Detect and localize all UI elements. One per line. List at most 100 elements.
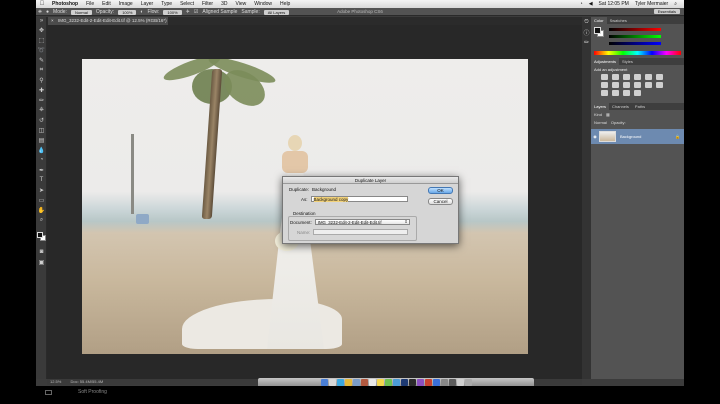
color-lookup-icon[interactable] <box>645 82 652 88</box>
screen-mode-icon[interactable]: ▣ <box>36 257 47 267</box>
eraser-tool-icon[interactable]: ◫ <box>36 125 47 135</box>
messages-icon[interactable] <box>384 379 392 386</box>
as-field[interactable]: Background copy <box>310 196 408 202</box>
tab-color[interactable]: Color <box>591 17 607 24</box>
brush-size-icon[interactable]: ● <box>46 9 49 15</box>
color-spectrum[interactable] <box>594 51 681 55</box>
vibrance-icon[interactable] <box>645 74 652 80</box>
menu-app[interactable]: Photoshop <box>48 1 82 7</box>
quick-mask-icon[interactable]: ◙ <box>36 247 47 257</box>
menu-window[interactable]: Window <box>250 1 276 7</box>
brush-panel-icon[interactable]: ✏ <box>582 37 591 47</box>
layer-name[interactable]: Background <box>620 134 641 139</box>
menu-view[interactable]: View <box>232 1 251 7</box>
move-tool-icon[interactable]: ✥ <box>36 25 47 35</box>
gradient-tool-icon[interactable]: ▤ <box>36 135 47 145</box>
layer-row-background[interactable]: ◉ Background 🔒 <box>591 129 684 144</box>
launchpad-icon[interactable] <box>328 379 336 386</box>
acrobat-icon[interactable] <box>424 379 432 386</box>
tab-channels[interactable]: Channels <box>609 104 632 109</box>
lightroom-icon[interactable] <box>408 379 416 386</box>
eyedropper-tool-icon[interactable]: ⚲ <box>36 75 47 85</box>
shape-tool-icon[interactable]: ▭ <box>36 195 47 205</box>
system-prefs-icon[interactable] <box>440 379 448 386</box>
channel-mixer-icon[interactable] <box>634 82 641 88</box>
chrome-icon[interactable] <box>344 379 352 386</box>
premiere-icon[interactable] <box>416 379 424 386</box>
healing-tool-icon[interactable]: ✚ <box>36 85 47 95</box>
menu-edit[interactable]: Edit <box>98 1 115 7</box>
menu-type[interactable]: Type <box>157 1 176 7</box>
contacts-icon[interactable] <box>360 379 368 386</box>
blend-mode-select[interactable]: Normal <box>594 120 607 125</box>
name-field[interactable] <box>313 229 409 235</box>
workspace-select[interactable]: Essentials <box>653 9 680 14</box>
black-white-icon[interactable] <box>612 82 619 88</box>
wifi-icon[interactable]: ◔ <box>577 1 586 7</box>
finder-icon[interactable] <box>320 379 328 386</box>
apple-icon[interactable]:  <box>36 1 48 7</box>
tab-swatches[interactable]: Swatches <box>607 18 630 23</box>
flow-field[interactable]: 100% <box>163 9 182 15</box>
type-tool-icon[interactable]: T <box>36 175 47 185</box>
tab-styles[interactable]: Styles <box>619 59 636 64</box>
photoshop-dock-icon[interactable] <box>400 379 408 386</box>
history-brush-tool-icon[interactable]: ↺ <box>36 115 47 125</box>
hand-tool-icon[interactable]: ✋ <box>36 205 47 215</box>
mode-select[interactable]: Normal <box>70 9 92 15</box>
path-select-tool-icon[interactable]: ➤ <box>36 185 47 195</box>
hue-saturation-icon[interactable] <box>656 74 663 80</box>
menu-3d[interactable]: 3D <box>217 1 231 7</box>
ok-button[interactable]: OK <box>428 187 453 194</box>
gradient-map-icon[interactable] <box>623 90 630 96</box>
document-select[interactable]: IMG_3232-Edit-2-Edit-Edit-Edit.tif <box>314 219 410 225</box>
downloads-icon[interactable] <box>456 379 464 386</box>
quick-select-tool-icon[interactable]: ✎ <box>36 55 47 65</box>
user-name[interactable]: Tyler Mermaier <box>632 1 671 7</box>
collapse-icon[interactable]: » <box>36 17 47 25</box>
menu-help[interactable]: Help <box>276 1 294 7</box>
menu-select[interactable]: Select <box>176 1 198 7</box>
mail-icon[interactable] <box>352 379 360 386</box>
brightness-icon[interactable] <box>601 74 608 80</box>
threshold-icon[interactable] <box>612 90 619 96</box>
photo-filter-icon[interactable] <box>623 82 630 88</box>
kind-filter[interactable]: Kind <box>594 112 602 117</box>
brush-tool-icon[interactable]: ✏ <box>36 95 47 105</box>
tab-paths[interactable]: Paths <box>632 104 648 109</box>
curves-icon[interactable] <box>623 74 630 80</box>
blur-tool-icon[interactable]: 💧 <box>36 145 47 155</box>
marquee-tool-icon[interactable]: ⬚ <box>36 35 47 45</box>
levels-icon[interactable] <box>612 74 619 80</box>
menu-file[interactable]: File <box>82 1 98 7</box>
posterize-icon[interactable] <box>601 90 608 96</box>
volume-icon[interactable]: ◀ <box>586 1 596 7</box>
invert-icon[interactable] <box>656 82 663 88</box>
lasso-tool-icon[interactable]: ➰ <box>36 45 47 55</box>
selective-color-icon[interactable] <box>634 90 641 96</box>
opacity-field[interactable]: 100% <box>118 9 137 15</box>
document-tab[interactable]: × IMG_3232-Edit-2-Edit-Edit-Edit.tif @ 1… <box>48 17 168 25</box>
pen-tool-icon[interactable]: ✒ <box>36 165 47 175</box>
tab-layers[interactable]: Layers <box>591 103 610 110</box>
panel-foreground-swatch[interactable] <box>594 27 601 34</box>
tab-adjustments[interactable]: Adjustments <box>591 58 620 65</box>
close-icon[interactable]: × <box>51 17 54 25</box>
pressure-opacity-icon[interactable]: ◐ <box>140 9 143 15</box>
dodge-tool-icon[interactable]: ◔ <box>36 155 47 165</box>
color-balance-icon[interactable] <box>601 82 608 88</box>
clock[interactable]: Sat 12:05 PM <box>596 1 632 7</box>
facetime-icon[interactable] <box>392 379 400 386</box>
menu-image[interactable]: Image <box>115 1 137 7</box>
foreground-color-swatch[interactable] <box>37 232 43 238</box>
color-swatches[interactable] <box>36 231 47 247</box>
filter-icon[interactable]: ▦ <box>606 112 610 117</box>
exposure-icon[interactable] <box>634 74 641 80</box>
visibility-eye-icon[interactable]: ◉ <box>591 134 599 139</box>
blue-slider[interactable] <box>609 42 661 45</box>
cancel-button[interactable]: Cancel <box>428 198 453 205</box>
aligned-checkbox[interactable]: ☑ <box>194 9 198 15</box>
doc-size[interactable]: Doc: 55.4M/55.4M <box>70 379 103 384</box>
trash-icon[interactable] <box>464 379 472 386</box>
notes-icon[interactable] <box>376 379 384 386</box>
